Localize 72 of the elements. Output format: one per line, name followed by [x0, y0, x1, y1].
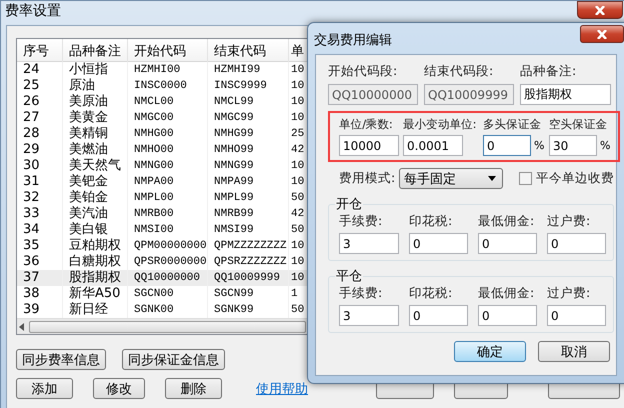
contract-field[interactable]: 0	[483, 135, 531, 156]
contract-field[interactable]: 0.0001	[403, 135, 463, 156]
help-link[interactable]: 使用帮助	[256, 380, 308, 398]
field-label: 最低佣金:	[478, 285, 536, 302]
table-cell-text: 10	[290, 175, 306, 190]
dialog-button[interactable]: 确定	[454, 341, 526, 362]
action-button[interactable]: 修改	[93, 378, 145, 399]
table-cell-text: 10	[290, 63, 306, 78]
group-title: 开仓	[335, 196, 363, 213]
field-label: 结束代码段:	[424, 63, 494, 80]
table-cell-text: 10	[290, 79, 306, 94]
sync-button[interactable]: 同步保证金信息	[122, 349, 225, 370]
field-label: 最小变动单位:	[403, 117, 478, 132]
scrollbar-thumb[interactable]	[29, 320, 306, 332]
window-title: 费率设置	[5, 2, 61, 20]
field-label: 印花税:	[409, 285, 454, 302]
table-cell-text: 50	[290, 223, 306, 238]
contract-field[interactable]: 10000	[339, 135, 399, 156]
close-button[interactable]	[580, 25, 624, 43]
field-label: 手续费:	[339, 213, 384, 230]
field-label: 单位/乘数:	[339, 117, 394, 132]
table-cell-text: 10	[290, 111, 306, 126]
fee-field[interactable]: 0	[409, 305, 468, 326]
fee-field[interactable]: 0	[547, 233, 606, 254]
field-label: 过户费:	[547, 285, 592, 302]
checkbox-label: 平今单边收费	[536, 170, 614, 187]
table-cell-text: 42	[290, 143, 306, 158]
table-cell-text: 10	[290, 95, 306, 110]
field-label: 过户费:	[547, 213, 592, 230]
table-cell-text: 10	[290, 239, 306, 254]
fee-mode-dropdown[interactable]: 每手固定	[399, 168, 504, 189]
contract-field[interactable]: 30	[549, 135, 597, 156]
sync-button[interactable]: 同步费率信息	[16, 349, 106, 370]
fee-field[interactable]: 0	[478, 305, 537, 326]
fee-field[interactable]: 0	[409, 233, 468, 254]
action-button[interactable]: 删除	[165, 378, 222, 399]
field-label: 最低佣金:	[478, 213, 536, 230]
fee-field[interactable]: 0	[547, 305, 606, 326]
table-cell-text: 10	[290, 255, 306, 270]
column-header[interactable]: 单	[289, 39, 308, 63]
code-field[interactable]: 股指期权	[520, 84, 611, 105]
table-row[interactable]: 37 股指期权 QQ10000000 QQ10009999 10	[17, 270, 308, 286]
percent-unit: %	[534, 139, 544, 152]
group-title: 平仓	[335, 268, 363, 285]
percent-unit: %	[600, 139, 610, 152]
fee-field[interactable]: 3	[339, 233, 399, 254]
table-cell-text: 1	[290, 287, 299, 302]
table-cell-text: 10	[290, 159, 306, 174]
field-label: 空头保证金	[549, 117, 608, 132]
table-cell-text: 42	[290, 207, 306, 222]
table-cell-text: 50	[290, 303, 306, 318]
dialog-title: 交易费用编辑	[314, 32, 392, 49]
scroll-left-icon[interactable]	[19, 322, 25, 330]
horizontal-scrollbar[interactable]	[17, 318, 308, 334]
table-cell-text: 25	[290, 127, 306, 142]
field-label: 多头保证金	[483, 117, 542, 132]
close-icon	[597, 30, 607, 38]
table-cell-text: 10	[290, 271, 306, 286]
fee-field[interactable]: 0	[478, 233, 537, 254]
field-label: 费用模式:	[339, 170, 396, 187]
field-label: 开始代码段:	[328, 63, 398, 80]
close-icon	[595, 6, 605, 14]
field-label: 品种备注:	[520, 63, 578, 80]
close-button[interactable]	[577, 1, 623, 19]
field-label: 手续费:	[339, 285, 384, 302]
checkbox[interactable]	[519, 172, 532, 185]
action-button[interactable]: 添加	[16, 378, 73, 399]
fee-field[interactable]: 3	[339, 305, 399, 326]
dialog-button[interactable]: 取消	[538, 341, 610, 362]
field-label: 印花税:	[409, 213, 454, 230]
caret-icon	[488, 176, 496, 181]
table-cell-text: 50	[290, 191, 306, 206]
